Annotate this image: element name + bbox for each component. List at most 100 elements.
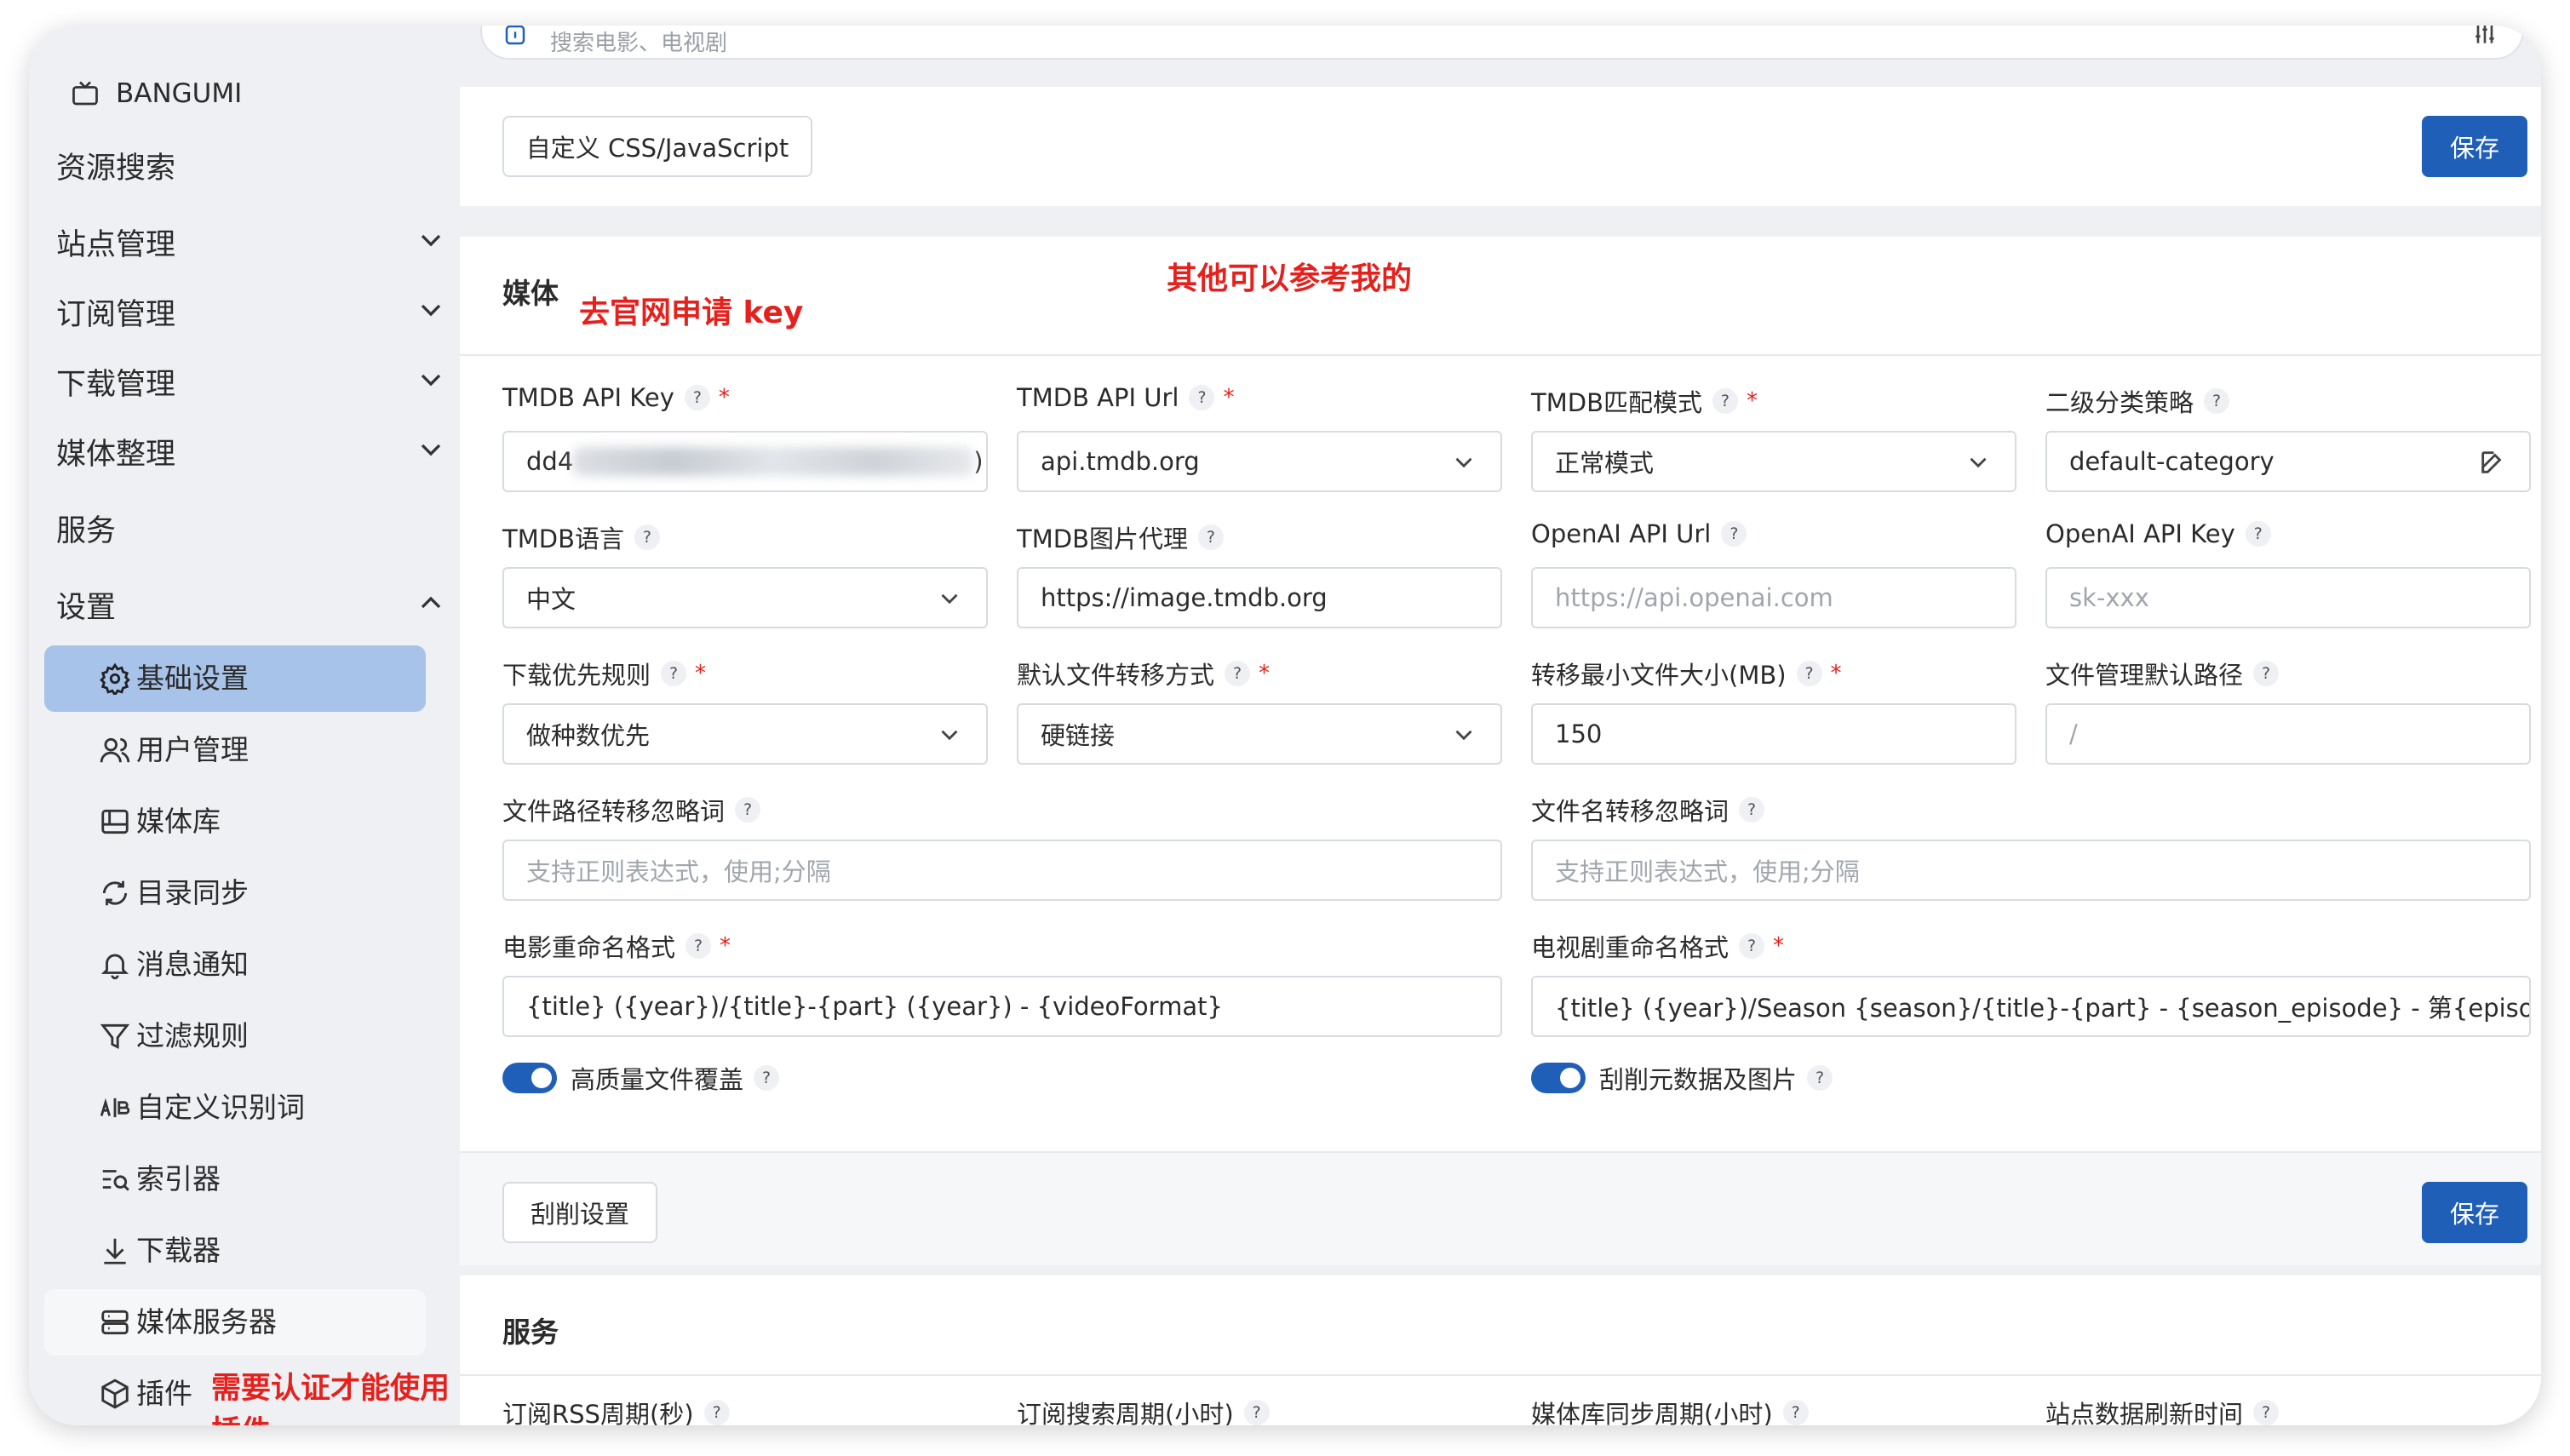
- required-star: *: [1746, 388, 1758, 414]
- movie-fmt-field[interactable]: {title} ({year})/{title}-{part} ({year})…: [502, 976, 1502, 1037]
- chevron-down-icon: [421, 234, 441, 247]
- help-icon[interactable]: ?: [634, 525, 660, 550]
- help-icon[interactable]: ?: [661, 661, 687, 686]
- help-icon[interactable]: ?: [1739, 797, 1765, 823]
- sidebar-item-sub-mgmt[interactable]: 订阅管理: [56, 278, 448, 346]
- hq-overwrite-toggle[interactable]: [502, 1063, 557, 1093]
- help-icon[interactable]: ?: [2204, 388, 2230, 414]
- media-card: 媒体 去官网申请 key 其他可以参考我的 TMDB API Key? * dd4…: [460, 237, 2541, 1265]
- chevron-down-icon: [941, 730, 958, 741]
- sidebar-item-label: 下载器: [136, 1234, 221, 1267]
- redacted-blur: [573, 447, 974, 476]
- plugin-icon: [101, 1379, 129, 1409]
- help-icon[interactable]: ?: [1243, 1400, 1270, 1425]
- required-star: *: [1830, 661, 1842, 686]
- sidebar-item-indexer[interactable]: 索引器: [44, 1146, 455, 1212]
- help-icon[interactable]: ?: [684, 385, 710, 410]
- required-star: *: [1773, 933, 1785, 959]
- sidebar-item-label: 用户管理: [136, 733, 249, 766]
- sidebar-item-settings[interactable]: 设置: [56, 570, 448, 639]
- help-icon[interactable]: ?: [1189, 385, 1215, 410]
- help-icon[interactable]: ?: [1225, 661, 1251, 686]
- tv-fmt-label: 电视剧重命名格式? *: [1531, 928, 1784, 964]
- help-icon[interactable]: ?: [1197, 525, 1224, 550]
- openai-url-label: OpenAI API Url?: [1531, 519, 1747, 548]
- sidebar-item-dl-mgmt[interactable]: 下载管理: [56, 347, 448, 416]
- field-value: 正常模式: [1555, 449, 1655, 478]
- lang-label: TMDB语言?: [502, 519, 660, 555]
- help-icon[interactable]: ?: [2245, 521, 2271, 547]
- sidebar-item-basic-settings[interactable]: 基础设置: [44, 645, 426, 712]
- category-field[interactable]: default-category: [2045, 431, 2531, 492]
- save-button[interactable]: 保存: [2422, 116, 2527, 177]
- help-icon[interactable]: ?: [703, 1400, 730, 1425]
- min-size-label: 转移最小文件大小(MB)? *: [1531, 656, 1842, 691]
- sidebar-item-notify[interactable]: 消息通知: [44, 931, 455, 998]
- dl-rule-select[interactable]: 做种数优先: [502, 703, 988, 765]
- search-input[interactable]: 搜索电影、电视剧: [550, 26, 727, 57]
- scrape-settings-button[interactable]: 刮削设置: [502, 1182, 657, 1243]
- min-size-field[interactable]: 150: [1531, 703, 2016, 765]
- sidebar-item-label: 站点管理: [56, 227, 176, 262]
- sidebar-item-label: 媒体整理: [56, 437, 176, 472]
- help-icon[interactable]: ?: [1807, 1065, 1833, 1091]
- sidebar-item-media-server[interactable]: 媒体服务器: [44, 1289, 426, 1356]
- help-icon[interactable]: ?: [1721, 521, 1747, 547]
- help-icon[interactable]: ?: [735, 797, 761, 823]
- save-button[interactable]: 保存: [2422, 1182, 2527, 1243]
- sidebar-item-downloader[interactable]: 下载器: [44, 1218, 455, 1284]
- field-value: 硬链接: [1041, 721, 1116, 750]
- sidebar-item-sync[interactable]: 目录同步: [44, 860, 455, 926]
- scrape-toggle[interactable]: [1531, 1063, 1586, 1093]
- label-text: 文件管理默认路径: [2045, 661, 2244, 690]
- sidebar-item-custom-words[interactable]: 自定义识别词: [44, 1075, 455, 1141]
- section-title-service: 服务: [502, 1316, 559, 1349]
- file-path-field[interactable]: /: [2045, 703, 2531, 765]
- search-bar[interactable]: 搜索电影、电视剧: [480, 26, 2524, 60]
- sidebar-item-resource-search[interactable]: 资源搜索: [56, 131, 175, 199]
- annotation-reference: 其他可以参考我的: [1167, 261, 1413, 296]
- sidebar-item-service[interactable]: 服务: [56, 494, 116, 562]
- sidebar-item-site-mgmt[interactable]: 站点管理: [56, 208, 448, 276]
- sidebar-item-bangumi[interactable]: BANGUMI: [70, 60, 242, 128]
- server-icon: [101, 1310, 129, 1335]
- tmdb-url-label: TMDB API Url? *: [1017, 383, 1234, 412]
- tv-fmt-field[interactable]: {title} ({year})/Season {season}/{title}…: [1531, 976, 2531, 1037]
- service-card: 服务 订阅RSS周期(秒)? 订阅搜索周期(小时)? 媒体库同步周期(小时)? …: [460, 1275, 2541, 1425]
- transfer-select[interactable]: 硬链接: [1017, 703, 1502, 765]
- help-icon[interactable]: ?: [2253, 1400, 2280, 1425]
- help-icon[interactable]: ?: [1712, 388, 1738, 414]
- label-text: 转移最小文件大小(MB): [1531, 661, 1787, 690]
- help-icon[interactable]: ?: [1782, 1400, 1809, 1425]
- help-icon[interactable]: ?: [1739, 933, 1765, 959]
- rss-interval-label: 订阅RSS周期(秒)?: [502, 1395, 730, 1425]
- sidebar-item-media-org[interactable]: 媒体整理: [56, 417, 448, 485]
- sidebar-item-users[interactable]: 用户管理: [44, 717, 455, 783]
- openai-key-field[interactable]: sk-xxx: [2045, 567, 2531, 628]
- help-icon[interactable]: ?: [1796, 661, 1822, 686]
- library-icon: [101, 809, 129, 834]
- help-icon[interactable]: ?: [754, 1065, 780, 1091]
- edit-icon[interactable]: [2478, 448, 2507, 477]
- sync-icon: [102, 880, 128, 906]
- label-text: 高质量文件覆盖: [571, 1065, 744, 1094]
- sidebar-item-library[interactable]: 媒体库: [44, 788, 455, 855]
- label-text: 电影重命名格式: [502, 933, 676, 962]
- tmdb-url-select[interactable]: api.tmdb.org: [1017, 431, 1502, 492]
- sidebar-item-label: 设置: [56, 590, 117, 625]
- ab-icon: [100, 1098, 130, 1118]
- sidebar-item-filter[interactable]: 过滤规则: [44, 1003, 455, 1069]
- img-proxy-field[interactable]: https://image.tmdb.org: [1017, 567, 1502, 628]
- dl-rule-label: 下载优先规则? *: [502, 656, 706, 691]
- label-text: OpenAI API Key: [2045, 519, 2235, 548]
- name-ignore-field[interactable]: 支持正则表达式，使用;分隔: [1531, 840, 2531, 901]
- help-icon[interactable]: ?: [2253, 661, 2280, 686]
- tmdb-match-select[interactable]: 正常模式: [1531, 431, 2016, 492]
- custom-css-button[interactable]: 自定义 CSS/JavaScript: [502, 116, 812, 177]
- path-ignore-field[interactable]: 支持正则表达式，使用;分隔: [502, 840, 1502, 901]
- label-text: TMDB API Url: [1017, 383, 1179, 412]
- lang-select[interactable]: 中文: [502, 567, 988, 628]
- help-icon[interactable]: ?: [686, 933, 712, 959]
- openai-url-field[interactable]: https://api.openai.com: [1531, 567, 2016, 628]
- tmdb-key-field[interactable]: dd4): [502, 431, 988, 492]
